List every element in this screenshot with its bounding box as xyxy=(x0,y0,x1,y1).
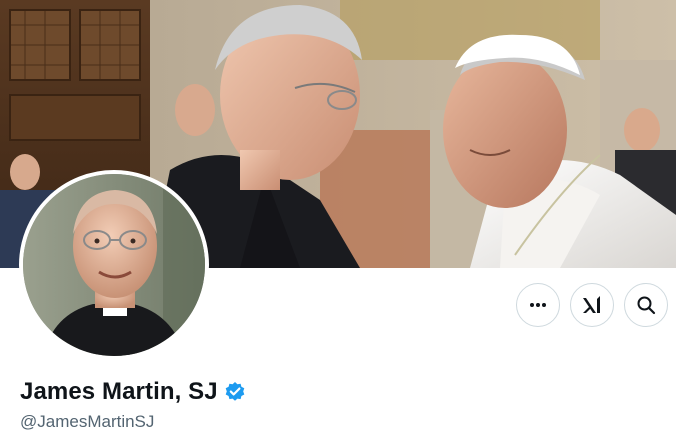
search-button[interactable] xyxy=(624,283,668,327)
display-name: James Martin, SJ xyxy=(20,378,218,405)
profile-handle: @JamesMartinSJ xyxy=(20,412,155,431)
profile-actions xyxy=(516,283,668,327)
profile-page: James Martin, SJ @JamesMartinSJ xyxy=(0,0,676,444)
grok-button[interactable] xyxy=(570,283,614,327)
more-button[interactable] xyxy=(516,283,560,327)
grok-icon xyxy=(583,296,600,313)
profile-avatar[interactable] xyxy=(19,170,209,360)
verified-badge-icon[interactable] xyxy=(224,381,246,403)
more-dots-icon xyxy=(530,303,546,307)
profile-name-row: James Martin, SJ xyxy=(20,378,246,406)
search-icon xyxy=(637,296,656,315)
